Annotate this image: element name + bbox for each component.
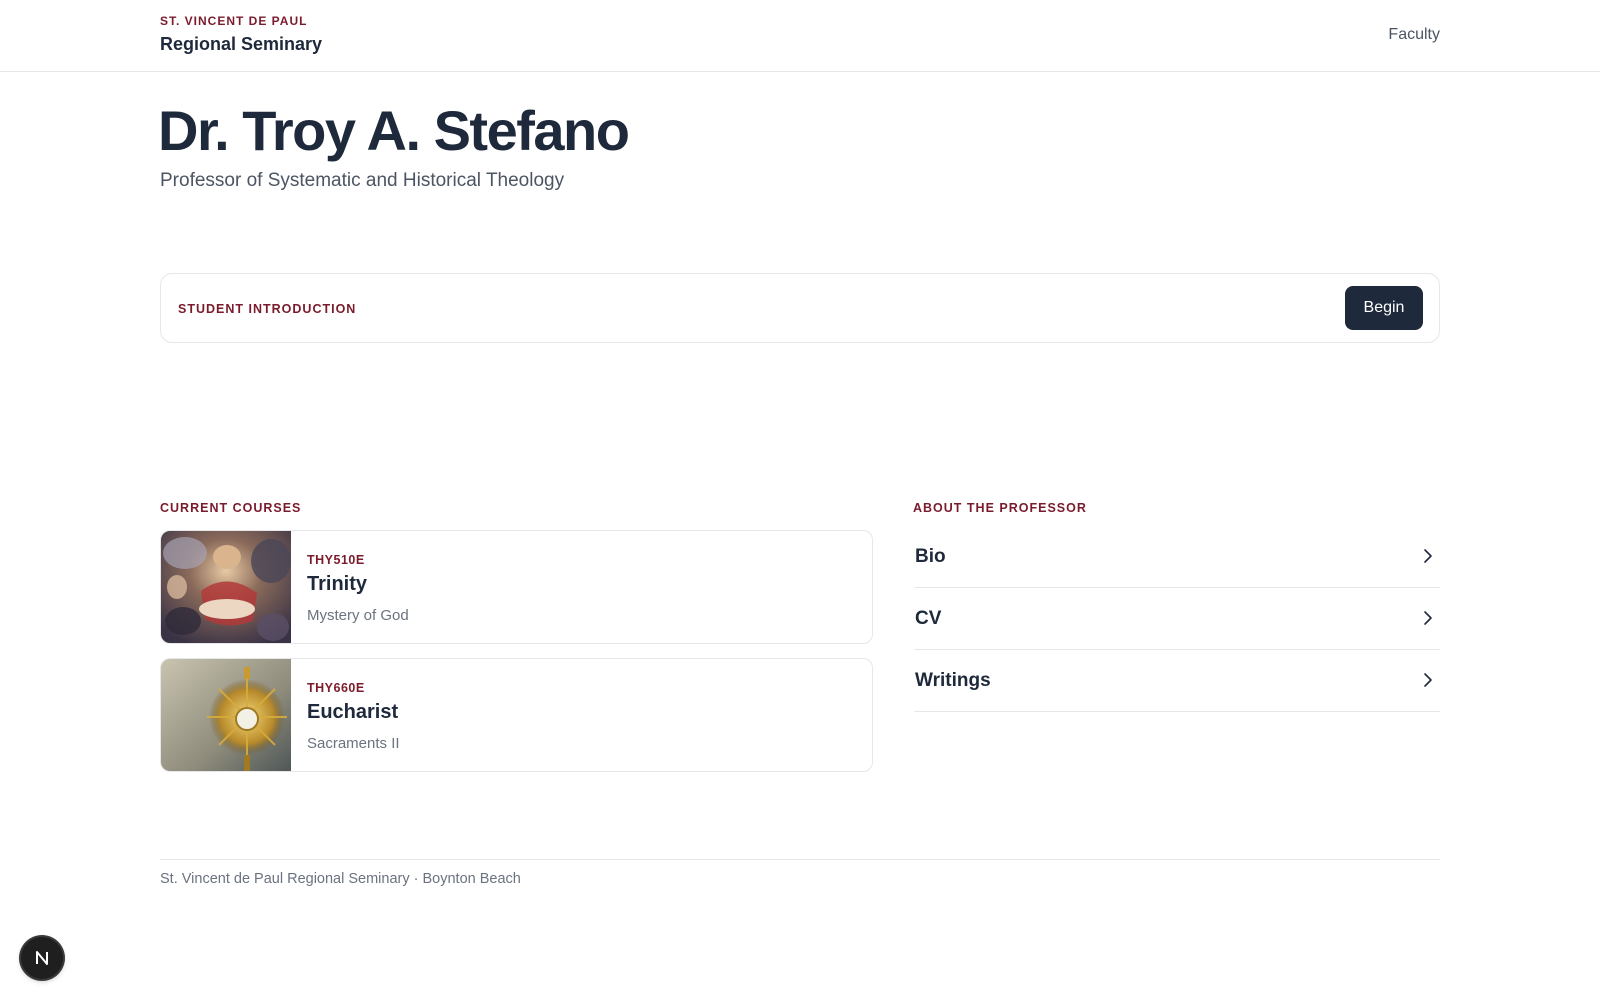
about-row-label: Writings — [915, 670, 991, 691]
about-row-label: Bio — [915, 546, 946, 567]
chevron-right-icon — [1424, 673, 1432, 687]
trinity-painting-thumbnail — [161, 531, 291, 643]
about-row-cv[interactable]: CV — [914, 588, 1440, 650]
footer-text: St. Vincent de Paul Regional Seminary · … — [160, 871, 521, 887]
nav-faculty-link[interactable]: Faculty — [1388, 26, 1440, 44]
site-header: ST. VINCENT DE PAUL Regional Seminary Fa… — [0, 0, 1600, 72]
about-professor-label: ABOUT THE PROFESSOR — [913, 501, 1087, 515]
about-row-bio[interactable]: Bio — [914, 526, 1440, 588]
about-row-writings[interactable]: Writings — [914, 650, 1440, 712]
course-title: Trinity — [307, 573, 368, 595]
n-logo-badge[interactable] — [21, 937, 63, 979]
current-courses-label: CURRENT COURSES — [160, 501, 302, 515]
course-subtitle: Sacraments II — [307, 735, 400, 752]
student-introduction-card: STUDENT INTRODUCTION Begin — [160, 273, 1440, 343]
course-subtitle: Mystery of God — [307, 607, 409, 624]
chevron-right-icon — [1424, 611, 1432, 625]
begin-button[interactable]: Begin — [1345, 286, 1423, 330]
page-title: Dr. Troy A. Stefano — [158, 99, 630, 162]
footer-divider — [160, 859, 1440, 860]
student-introduction-label: STUDENT INTRODUCTION — [178, 302, 357, 316]
about-row-label: CV — [915, 608, 942, 629]
course-card-eucharist[interactable]: THY660E Eucharist Sacraments II — [160, 658, 873, 772]
chevron-right-icon — [1424, 549, 1432, 563]
professor-title: Professor of Systematic and Historical T… — [160, 170, 565, 191]
brand-kicker: ST. VINCENT DE PAUL — [160, 14, 308, 28]
course-card-trinity[interactable]: THY510E Trinity Mystery of God — [160, 530, 873, 644]
monstrance-thumbnail — [161, 659, 291, 771]
brand-name[interactable]: Regional Seminary — [160, 34, 322, 55]
n-logo-icon — [36, 951, 48, 965]
course-code: THY660E — [307, 681, 365, 695]
course-title: Eucharist — [307, 701, 399, 723]
course-code: THY510E — [307, 553, 365, 567]
